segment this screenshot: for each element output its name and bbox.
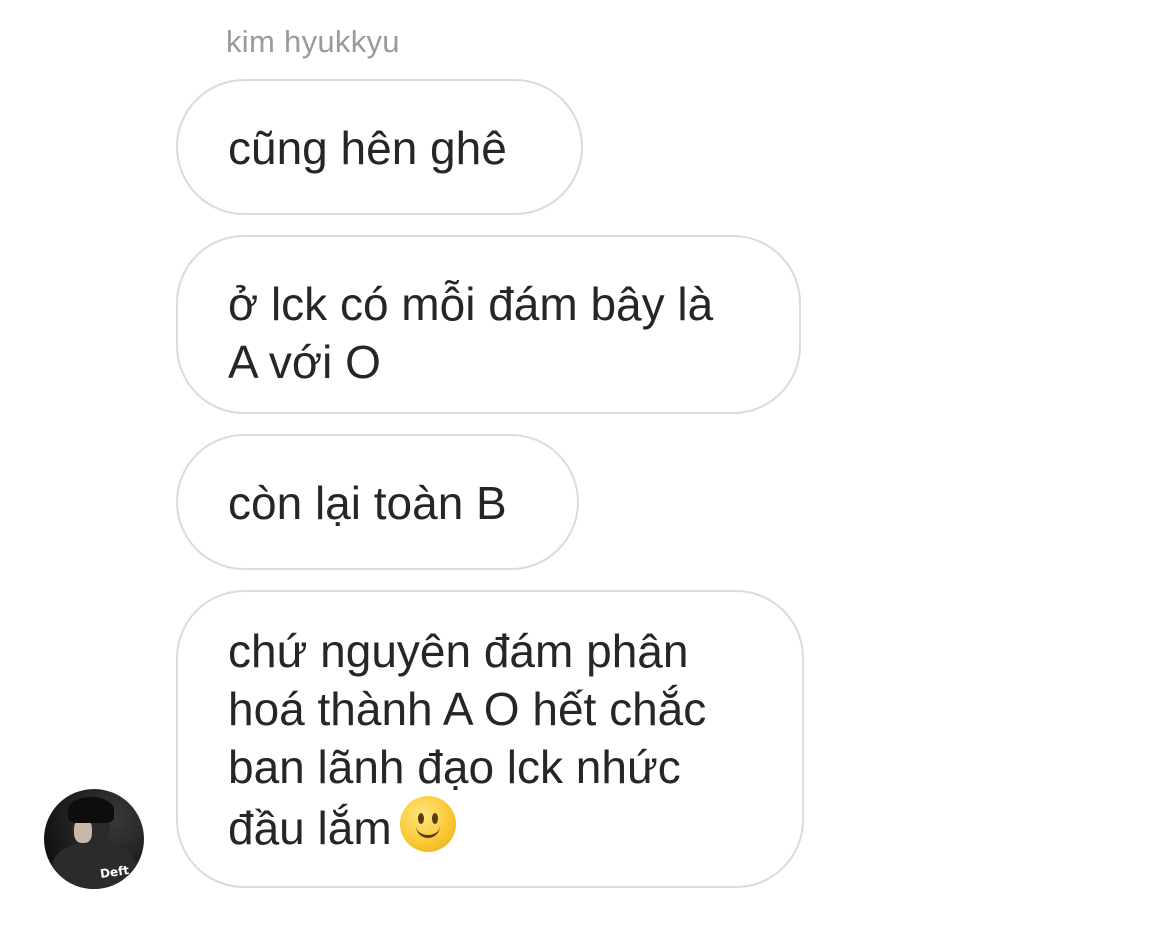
message-bubble[interactable]: còn lại toàn B	[176, 434, 579, 570]
sender-name: kim hyukkyu	[226, 24, 400, 59]
message-text: chứ nguyên đám phân hoá thành A O hết ch…	[228, 625, 707, 854]
message-bubble[interactable]: ở lck có mỗi đám bây là A với O	[176, 235, 801, 414]
avatar[interactable]: Deft	[44, 789, 144, 889]
slightly-smiling-face-icon	[399, 796, 456, 852]
message-text: còn lại toàn B	[228, 477, 507, 529]
message-bubble[interactable]: cũng hên ghê	[176, 79, 583, 215]
message-bubble[interactable]: chứ nguyên đám phân hoá thành A O hết ch…	[176, 590, 804, 888]
message-text: ở lck có mỗi đám bây là A với O	[228, 278, 714, 388]
message-text: cũng hên ghê	[228, 122, 507, 174]
